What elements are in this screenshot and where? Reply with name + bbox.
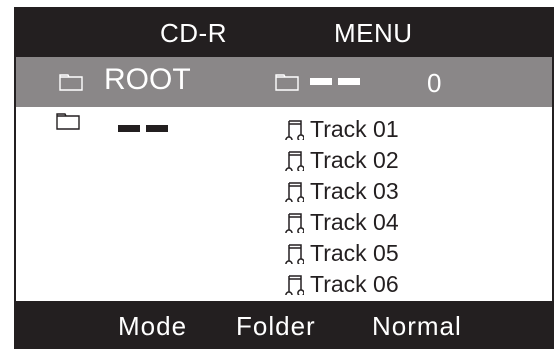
folder-list-item[interactable] xyxy=(56,113,196,135)
music-note-icon xyxy=(282,118,304,140)
repeat-mode-value: Normal xyxy=(372,311,462,341)
track-list-item[interactable]: Track 01 xyxy=(282,115,399,146)
music-note-icon xyxy=(282,180,304,202)
music-note-icon xyxy=(282,149,304,171)
name-dash xyxy=(118,125,140,132)
track-list-item[interactable]: Track 05 xyxy=(282,239,399,270)
status-bar: Mode Folder Normal xyxy=(16,301,552,347)
track-list: Track 01 Track 02 Track 03 Track 04 Trac… xyxy=(282,115,399,301)
menu-title: MENU xyxy=(334,18,413,48)
music-note-icon xyxy=(282,211,304,233)
track-label: Track 04 xyxy=(310,209,399,235)
track-label: Track 01 xyxy=(310,116,399,142)
folder-icon xyxy=(275,74,299,91)
track-list-item[interactable]: Track 06 xyxy=(282,270,399,301)
name-dash xyxy=(338,78,360,85)
name-dash xyxy=(310,78,332,85)
music-note-icon xyxy=(282,273,304,295)
music-note-icon xyxy=(282,242,304,264)
file-count: 0 xyxy=(427,68,442,98)
cd-menu-screen: CD-R MENU ROOT 0 Track 01 Track 02 Track… xyxy=(14,7,554,349)
track-label: Track 05 xyxy=(310,240,399,266)
folder-icon xyxy=(59,74,83,91)
folder-name xyxy=(118,125,188,133)
mode-label: Mode xyxy=(118,311,188,341)
path-bar[interactable]: ROOT 0 xyxy=(16,57,552,107)
folder-mode-value: Folder xyxy=(236,311,316,341)
folder-icon xyxy=(56,113,80,130)
name-dash xyxy=(146,125,168,132)
track-list-item[interactable]: Track 02 xyxy=(282,146,399,177)
source-label: CD-R xyxy=(160,18,227,48)
track-label: Track 03 xyxy=(310,178,399,204)
title-bar: CD-R MENU xyxy=(16,9,552,57)
track-label: Track 02 xyxy=(310,147,399,173)
track-list-item[interactable]: Track 04 xyxy=(282,208,399,239)
current-folder-name xyxy=(310,78,360,86)
track-list-item[interactable]: Track 03 xyxy=(282,177,399,208)
root-label[interactable]: ROOT xyxy=(104,63,191,97)
track-label: Track 06 xyxy=(310,271,399,297)
